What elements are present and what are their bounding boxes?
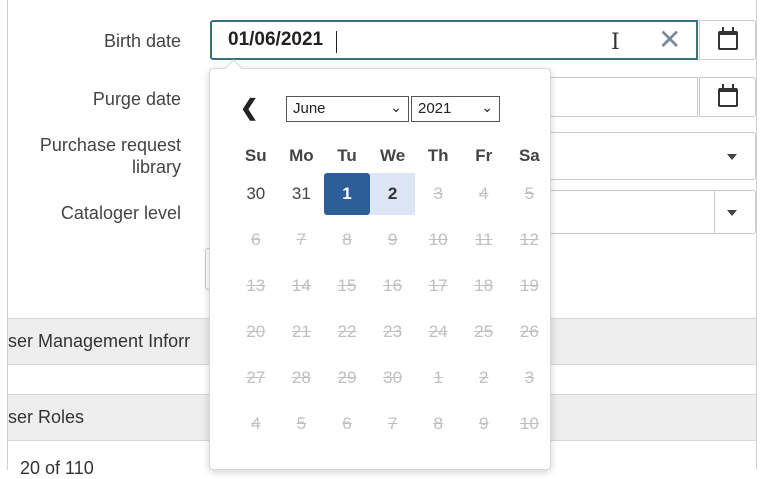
calendar-day: 30	[383, 368, 403, 387]
purchase-request-label-line2: library	[131, 157, 181, 177]
select-divider	[714, 191, 715, 233]
calendar-week-row: 4 5 6 7 8 9 10	[233, 401, 539, 447]
calendar-grid: Su Mo Tu We Th Fr Sa 30 31 1 2 3 4 5 6 7 8 9 10 11 12 13 14 15…	[233, 141, 540, 447]
weekday-header: We	[379, 146, 406, 165]
text-cursor-icon: I	[611, 30, 620, 55]
calendar-day: 8	[342, 230, 352, 249]
month-select-value: June	[293, 100, 326, 117]
birth-date-calendar-button[interactable]	[699, 20, 756, 60]
calendar-day: 6	[251, 230, 261, 249]
calendar-day: 28	[291, 368, 311, 387]
purchase-request-library-label: Purchase request library	[40, 134, 181, 178]
calendar-day: 8	[433, 414, 443, 433]
calendar-day: 6	[342, 414, 352, 433]
birth-date-input[interactable]: 01/06/2021	[210, 20, 698, 60]
calendar-day: 16	[383, 276, 403, 295]
calendar-day: 10	[428, 230, 448, 249]
calendar-day: 5	[524, 184, 535, 203]
calendar-day: 9	[479, 414, 489, 433]
calendar-day[interactable]: 31	[279, 173, 325, 215]
calendar-day[interactable]: 30	[233, 173, 279, 215]
month-select[interactable]: June ⌄	[286, 96, 409, 122]
weekday-header: Mo	[289, 146, 314, 165]
calendar-day: 26	[519, 322, 539, 341]
calendar-day: 12	[519, 230, 539, 249]
weekday-header: Fr	[475, 146, 493, 165]
weekday-header: Tu	[337, 146, 357, 165]
calendar-day: 7	[387, 414, 398, 433]
calendar-day: 29	[337, 368, 357, 387]
datepicker-popup: ❮ June ⌄ 2021 ⌄ Su Mo Tu We Th Fr Sa 30 31 1 2 3 4 5…	[209, 68, 551, 470]
calendar-day: 18	[474, 276, 494, 295]
calendar-day: 24	[428, 322, 448, 341]
calendar-day: 23	[383, 322, 403, 341]
calendar-week-row: 13 14 15 16 17 18 19	[233, 263, 539, 309]
close-icon[interactable]: ✕	[658, 20, 681, 60]
calendar-week-row: 6 7 8 9 10 11 12	[233, 217, 539, 263]
calendar-day: 27	[246, 368, 266, 387]
weekday-header-row: Su Mo Tu We Th Fr Sa	[233, 141, 540, 171]
calendar-day: 22	[337, 322, 357, 341]
weekday-header: Th	[427, 146, 449, 165]
calendar-day: 3	[433, 184, 443, 203]
chevron-down-icon	[727, 210, 737, 216]
calendar-day: 20	[246, 322, 266, 341]
calendar-day: 3	[524, 368, 535, 387]
calendar-day[interactable]: 2	[369, 173, 416, 215]
purchase-request-label-line1: Purchase request	[39, 135, 181, 155]
year-select-value: 2021	[418, 100, 452, 117]
calendar-day: 25	[474, 322, 494, 341]
section-title: ser Roles	[8, 407, 85, 427]
frame-right-border	[756, 0, 757, 470]
purge-date-calendar-button[interactable]	[699, 77, 756, 117]
text-caret	[336, 31, 337, 53]
chevron-left-icon[interactable]: ❮	[240, 95, 258, 121]
birth-date-label: Birth date	[103, 31, 181, 51]
calendar-day: 14	[291, 276, 311, 295]
calendar-icon	[717, 26, 738, 50]
chevron-down-icon: ⌄	[481, 99, 493, 115]
pagination-count: 20 of 110	[20, 458, 94, 478]
cataloger-level-label: Cataloger level	[60, 203, 181, 223]
birth-date-value: 01/06/2021	[228, 29, 324, 50]
calendar-day-selected[interactable]: 1	[324, 173, 370, 215]
calendar-day: 19	[519, 276, 539, 295]
purge-date-label: Purge date	[92, 89, 181, 109]
chevron-down-icon	[727, 154, 737, 160]
calendar-day: 2	[479, 368, 489, 387]
section-title: ser Management Inforr	[8, 331, 191, 351]
calendar-day: 21	[291, 322, 311, 341]
calendar-day: 11	[474, 230, 493, 249]
calendar-day: 5	[296, 414, 307, 433]
calendar-day: 17	[428, 276, 448, 295]
calendar-day: 10	[519, 414, 539, 433]
calendar-day: 7	[296, 230, 307, 249]
calendar-icon	[717, 83, 738, 107]
calendar-day: 9	[387, 230, 398, 249]
weekday-header: Sa	[518, 146, 540, 165]
calendar-day: 13	[246, 276, 266, 295]
chevron-down-icon: ⌄	[390, 99, 402, 115]
calendar-day: 4	[251, 414, 261, 433]
weekday-header: Su	[244, 146, 267, 165]
calendar-week-row: 20 21 22 23 24 25 26	[233, 309, 539, 355]
calendar-week-row: 30 31 1 2 3 4 5	[233, 171, 539, 217]
calendar-week-row: 27 28 29 30 1 2 3	[233, 355, 539, 401]
calendar-day: 15	[337, 276, 357, 295]
calendar-day: 4	[479, 184, 489, 203]
year-select[interactable]: 2021 ⌄	[411, 96, 500, 122]
calendar-day: 1	[433, 368, 443, 387]
